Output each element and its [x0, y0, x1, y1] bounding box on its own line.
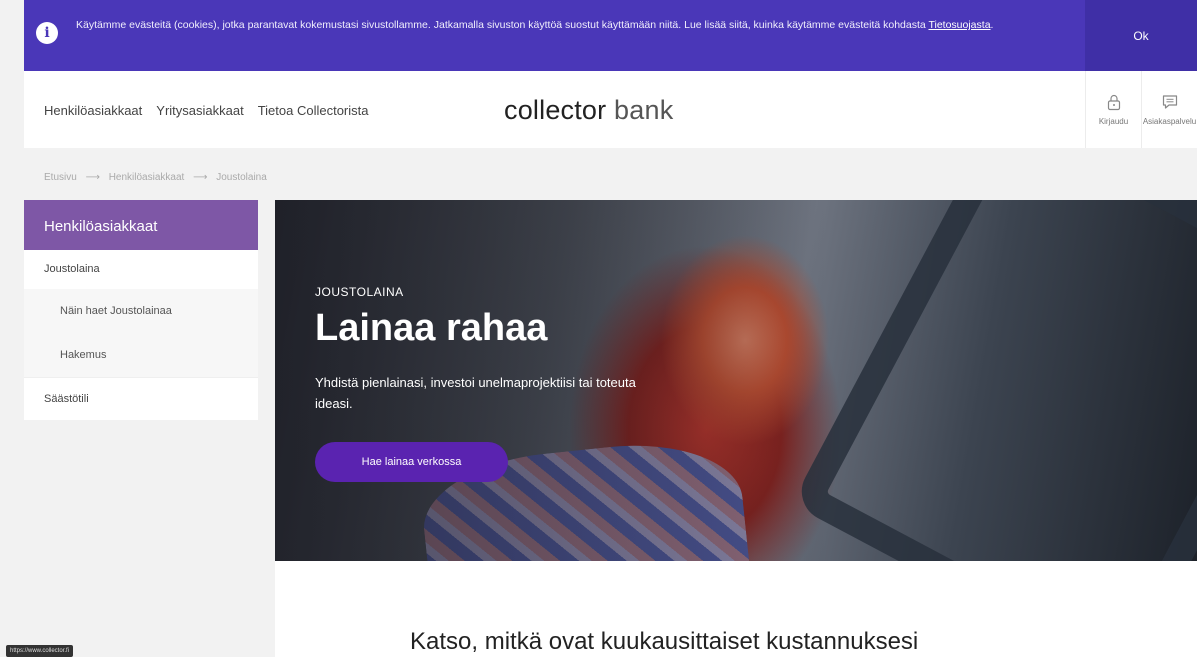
sidebar-title[interactable]: Henkilöasiakkaat: [24, 200, 258, 250]
status-url: https://www.collector.fi: [6, 645, 74, 657]
nav-item-private[interactable]: Henkilöasiakkaat: [44, 103, 142, 118]
breadcrumb: Etusivu ⟶ Henkilöasiakkaat ⟶ Joustolaina: [44, 172, 267, 183]
logo[interactable]: collector bank: [504, 95, 673, 126]
login-button[interactable]: Kirjaudu: [1085, 71, 1141, 148]
page: i Käytämme evästeitä (cookies), jotka pa…: [0, 0, 1197, 657]
customer-service-button[interactable]: Asiakaspalvelu: [1141, 71, 1197, 148]
arrow-right-icon: ⟶: [193, 172, 208, 183]
login-label: Kirjaudu: [1098, 117, 1129, 126]
logo-sub: bank: [614, 95, 674, 125]
cookie-text: Käytämme evästeitä (cookies), jotka para…: [76, 19, 926, 31]
cookie-ok-button[interactable]: Ok: [1085, 0, 1197, 71]
sidebar-item-joustolaina[interactable]: Joustolaina: [24, 250, 258, 289]
breadcrumb-current: Joustolaina: [216, 172, 267, 183]
cookie-message: Käytämme evästeitä (cookies), jotka para…: [76, 19, 994, 31]
nav-item-business[interactable]: Yritysasiakkaat: [156, 103, 243, 118]
site-header: Henkilöasiakkaat Yritysasiakkaat Tietoa …: [24, 71, 1197, 148]
logo-main: collector: [504, 95, 607, 125]
breadcrumb-home[interactable]: Etusivu: [44, 172, 77, 183]
sidebar-subitem-how-to-apply[interactable]: Näin haet Joustolainaa: [24, 289, 258, 333]
main-nav: Henkilöasiakkaat Yritysasiakkaat Tietoa …: [44, 103, 383, 118]
customer-service-label: Asiakaspalvelu: [1142, 117, 1197, 126]
hero-subtitle: Yhdistä pienlainasi, investoi unelmaproj…: [315, 375, 636, 411]
sidebar-item-savings[interactable]: Säästötili: [24, 377, 258, 420]
chat-icon: [1162, 95, 1177, 109]
hero-banner: JOUSTOLAINA Lainaa rahaa Yhdistä pienlai…: [275, 200, 1197, 561]
calculator-section: Katso, mitkä ovat kuukausittaiset kustan…: [275, 561, 1197, 657]
section-heading: Katso, mitkä ovat kuukausittaiset kustan…: [410, 628, 919, 655]
cookie-banner: i Käytämme evästeitä (cookies), jotka pa…: [24, 0, 1197, 71]
apply-online-button[interactable]: Hae lainaa verkossa: [315, 442, 508, 482]
info-icon: i: [36, 22, 58, 44]
hero-eyebrow: JOUSTOLAINA: [315, 285, 404, 299]
hero-title: Lainaa rahaa: [315, 307, 548, 349]
lock-icon: [1107, 94, 1120, 111]
sidebar: Henkilöasiakkaat Joustolaina Näin haet J…: [24, 200, 258, 420]
nav-item-about[interactable]: Tietoa Collectorista: [258, 103, 369, 118]
breadcrumb-private[interactable]: Henkilöasiakkaat: [109, 172, 185, 183]
privacy-link[interactable]: Tietosuojasta: [928, 19, 990, 31]
sidebar-subitem-application[interactable]: Hakemus: [24, 333, 258, 377]
arrow-right-icon: ⟶: [85, 172, 100, 183]
